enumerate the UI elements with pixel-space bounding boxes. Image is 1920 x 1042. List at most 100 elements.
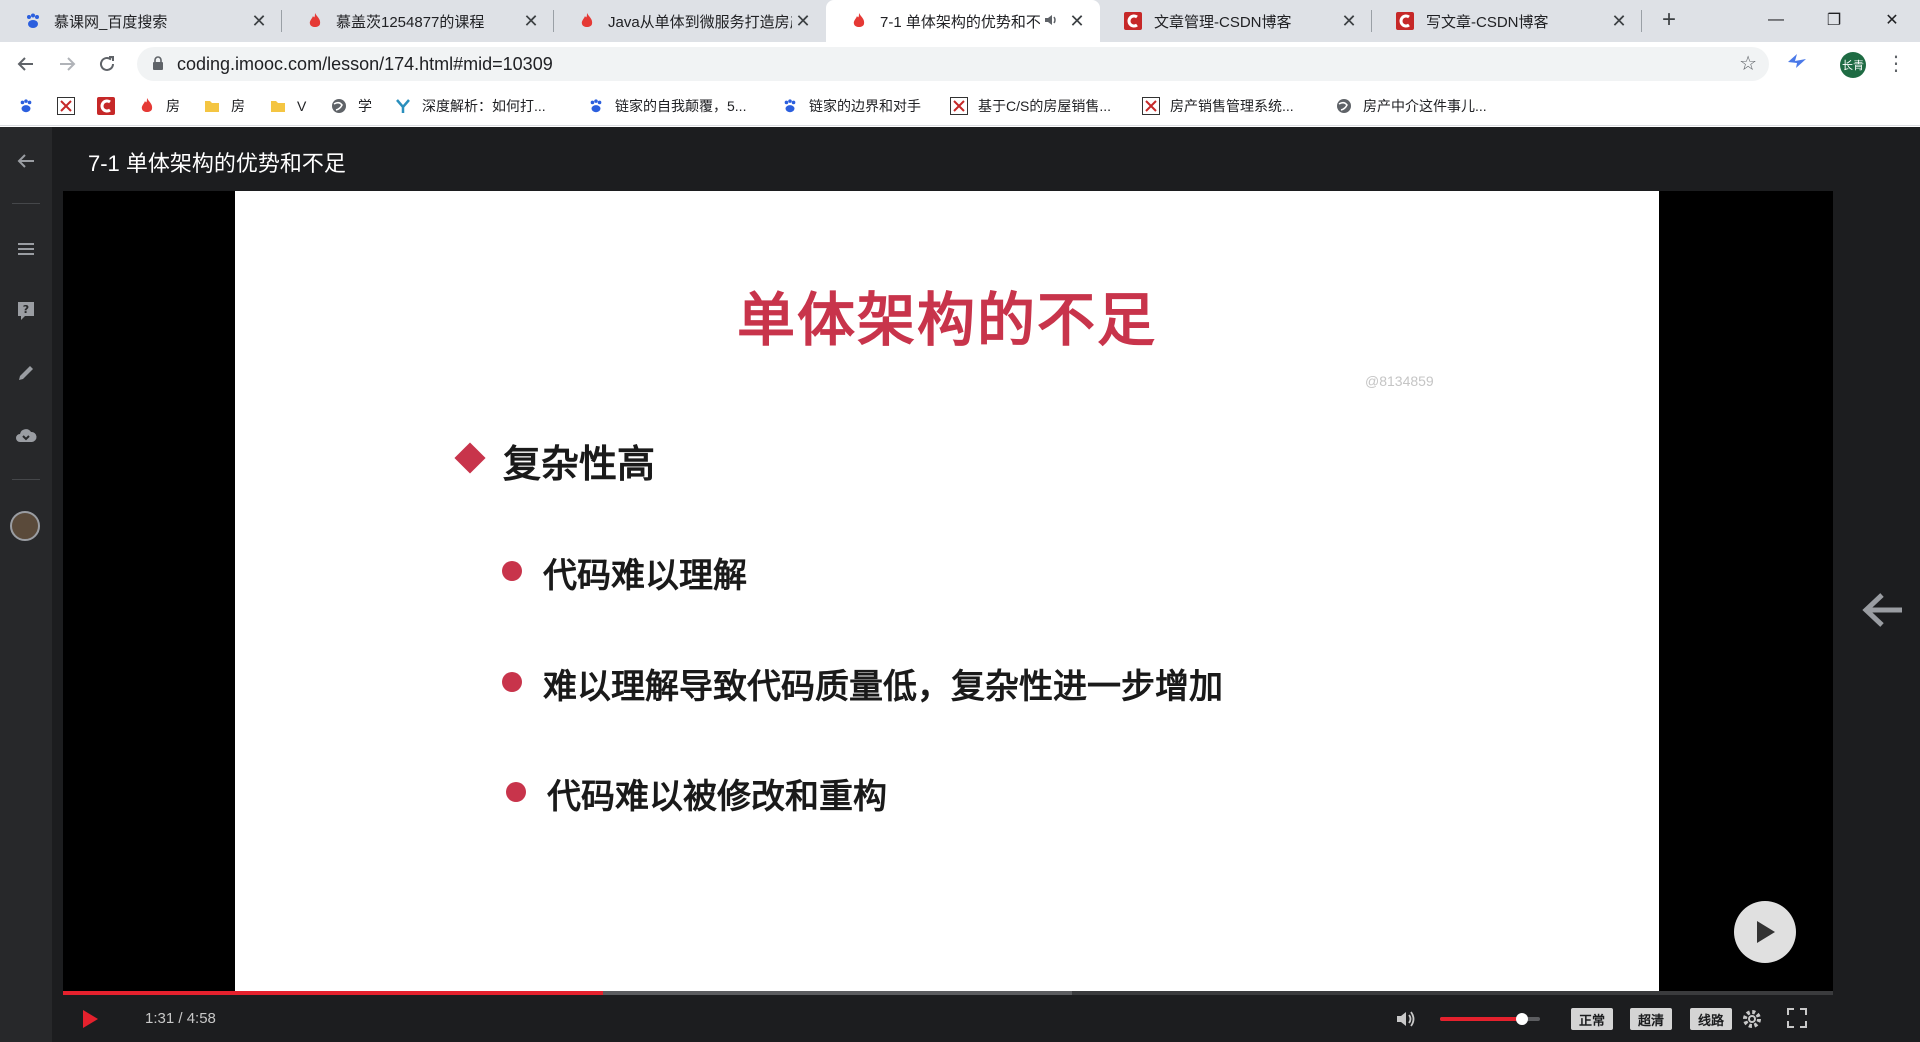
url-text[interactable]: coding.imooc.com/lesson/174.html#mid=103… xyxy=(177,54,553,75)
lesson-page: ? 7-1 单体架构的优势和不足 单体架构的不足 @8134859 复杂性高 代… xyxy=(0,127,1920,1042)
tab-java-course[interactable]: Java从单体到微服务打造房产 ✕ xyxy=(554,0,826,42)
imooc-flame-icon xyxy=(138,97,156,115)
forward-button[interactable] xyxy=(51,48,83,80)
tab-close-icon[interactable]: ✕ xyxy=(248,10,270,32)
y-logo-icon xyxy=(394,97,412,115)
volume-slider[interactable] xyxy=(1440,1013,1540,1025)
forward-arrow-icon xyxy=(60,57,76,71)
reload-icon xyxy=(100,56,114,71)
tab-title: 7-1 单体架构的优势和不 xyxy=(880,13,1040,31)
tab-close-icon[interactable]: ✕ xyxy=(1066,10,1088,32)
dot-bullet-icon xyxy=(502,672,522,692)
user-avatar[interactable] xyxy=(10,511,40,541)
tab-title: 文章管理-CSDN博客 xyxy=(1154,13,1292,31)
bookmark-item[interactable]: 学 xyxy=(330,94,372,118)
slide-sub-point: 代码难以理解 xyxy=(543,557,747,595)
tab-close-icon[interactable]: ✕ xyxy=(520,10,542,32)
tab-csdn-articles[interactable]: 文章管理-CSDN博客 ✕ xyxy=(1100,0,1372,42)
sidebar-divider xyxy=(12,203,40,204)
play-icon[interactable] xyxy=(78,1007,102,1031)
volume-icon[interactable] xyxy=(1394,1007,1418,1031)
left-sidebar: ? xyxy=(0,127,52,1042)
tab-close-icon[interactable]: ✕ xyxy=(1608,10,1630,32)
big-play-button[interactable] xyxy=(1734,901,1796,963)
tab-title: 慕课网_百度搜索 xyxy=(54,13,168,31)
tab-baidu-search[interactable]: 慕课网_百度搜索 ✕ xyxy=(0,0,282,42)
tab-current-lesson[interactable]: 7-1 单体架构的优势和不 ✕ xyxy=(826,0,1100,42)
next-lesson-arrow-icon[interactable] xyxy=(1860,587,1906,633)
tab-strip: 慕课网_百度搜索 ✕ 慕盖茨1254877的课程 ✕ Java从单体到微服务打造… xyxy=(0,0,1920,42)
tab-close-icon[interactable]: ✕ xyxy=(1338,10,1360,32)
tab-title: 慕盖茨1254877的课程 xyxy=(336,13,485,31)
chapter-list-icon[interactable] xyxy=(10,233,42,265)
fullscreen-icon[interactable] xyxy=(1786,1007,1808,1029)
player-header: 7-1 单体架构的优势和不足 xyxy=(52,127,1844,191)
folder-icon xyxy=(203,97,221,115)
globe-icon xyxy=(1335,97,1353,115)
question-icon[interactable]: ? xyxy=(10,295,42,327)
bookmark-item[interactable]: 深度解析：如何打... xyxy=(394,94,546,118)
bookmark-label: V xyxy=(297,98,307,114)
quality-hd-button[interactable]: 超清 xyxy=(1630,1008,1673,1030)
bookmark-item[interactable]: 房产销售管理系统... xyxy=(1142,94,1294,118)
tab-title: Java从单体到微服务打造房产 xyxy=(608,13,792,31)
cloud-download-icon[interactable] xyxy=(10,419,42,451)
imooc-flame-icon xyxy=(306,12,324,30)
bookmark-label: 房 xyxy=(231,98,245,114)
extension-bird-icon[interactable] xyxy=(1785,50,1809,74)
address-bar[interactable]: coding.imooc.com/lesson/174.html#mid=103… xyxy=(137,47,1769,81)
line-select-button[interactable]: 线路 xyxy=(1690,1008,1733,1030)
bookmark-label: 基于C/S的房屋销售... xyxy=(978,98,1112,114)
bookmark-item[interactable]: 链家的自我颠覆，5... xyxy=(587,94,746,118)
speaker-icon[interactable] xyxy=(1044,14,1058,29)
lesson-title: 7-1 单体架构的优势和不足 xyxy=(88,151,346,176)
bookmark-folder[interactable]: V xyxy=(269,94,306,118)
note-pencil-icon[interactable] xyxy=(10,357,42,389)
back-to-course-icon[interactable] xyxy=(10,145,42,177)
folder-icon xyxy=(269,97,287,115)
tab-separator xyxy=(1641,10,1642,32)
baidu-paw-icon xyxy=(17,97,35,115)
close-window-button[interactable]: ✕ xyxy=(1864,0,1920,40)
tab-csdn-write[interactable]: 写文章-CSDN博客 ✕ xyxy=(1372,0,1642,42)
video-player[interactable]: 单体架构的不足 @8134859 复杂性高 代码难以理解 难以理解导致代码质量低… xyxy=(63,191,1833,992)
new-tab-button[interactable]: + xyxy=(1655,6,1683,34)
imooc-flame-icon xyxy=(578,12,596,30)
bookmark-item[interactable] xyxy=(97,94,125,118)
minimize-button[interactable]: — xyxy=(1748,0,1804,40)
maximize-button[interactable]: ❐ xyxy=(1806,0,1862,40)
slide-main-point: 复杂性高 xyxy=(503,444,656,486)
bookmark-item[interactable]: 基于C/S的房屋销售... xyxy=(950,94,1111,118)
speed-normal-button[interactable]: 正常 xyxy=(1571,1008,1614,1030)
tab-close-icon[interactable]: ✕ xyxy=(792,10,814,32)
slide-sub-point: 难以理解导致代码质量低，复杂性进一步增加 xyxy=(543,668,1223,706)
csdn-icon xyxy=(1396,12,1414,30)
bookmark-item[interactable]: 房产中介这件事儿... xyxy=(1335,94,1487,118)
reload-button[interactable] xyxy=(91,48,123,80)
bookmark-label: 房 xyxy=(166,98,180,114)
site-logo-icon xyxy=(57,97,75,115)
bookmark-star-icon[interactable]: ☆ xyxy=(1739,51,1757,76)
lock-icon[interactable] xyxy=(152,56,164,71)
site-logo-icon xyxy=(1142,97,1160,115)
baidu-paw-icon xyxy=(24,12,42,30)
bookmark-item[interactable] xyxy=(17,94,45,118)
settings-gear-icon[interactable] xyxy=(1740,1007,1764,1031)
slide-heading: 单体架构的不足 xyxy=(736,288,1157,353)
imooc-flame-icon xyxy=(850,12,868,30)
bookmark-item[interactable] xyxy=(57,94,85,118)
dot-bullet-icon xyxy=(506,782,526,802)
player-controls: 1:31 / 4:58 正常 超清 线路 xyxy=(63,995,1833,1042)
bookmark-label: 深度解析：如何打... xyxy=(422,98,546,114)
profile-avatar[interactable]: 长青 xyxy=(1840,52,1866,78)
video-slide: 单体架构的不足 @8134859 复杂性高 代码难以理解 难以理解导致代码质量低… xyxy=(235,191,1659,992)
volume-knob[interactable] xyxy=(1516,1013,1528,1025)
bookmark-item[interactable]: 链家的边界和对手 xyxy=(781,94,921,118)
bookmark-folder[interactable]: 房 xyxy=(203,94,245,118)
tab-imooc-courses[interactable]: 慕盖茨1254877的课程 ✕ xyxy=(282,0,554,42)
browser-menu-icon[interactable]: ⋮ xyxy=(1884,50,1908,78)
tab-title: 写文章-CSDN博客 xyxy=(1426,13,1549,31)
diamond-bullet-icon xyxy=(454,442,486,474)
back-button[interactable] xyxy=(10,48,42,80)
bookmark-item[interactable]: 房 xyxy=(138,94,180,118)
